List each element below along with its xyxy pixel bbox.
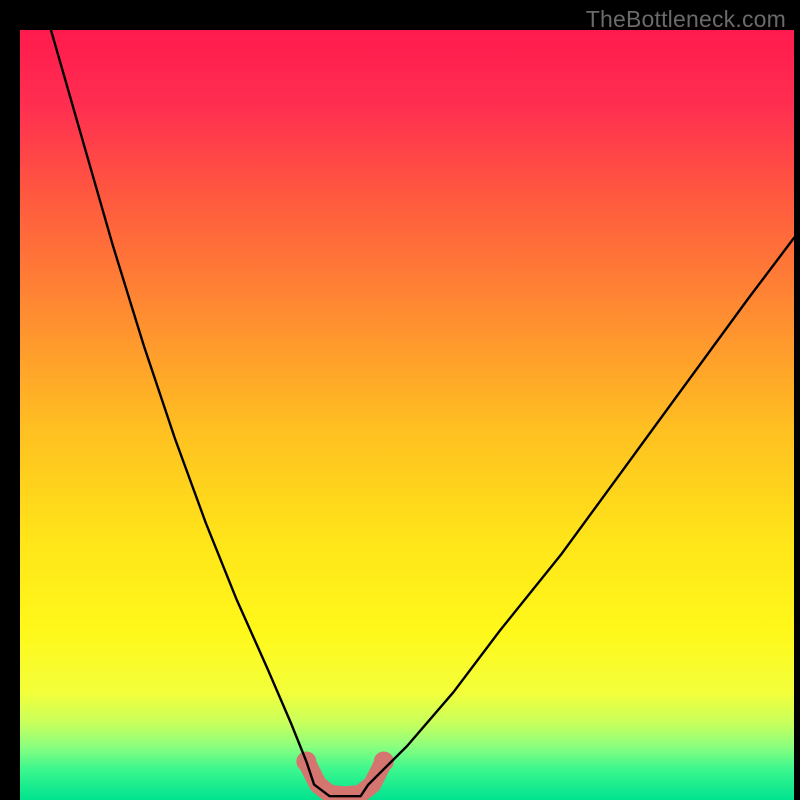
watermark-text: TheBottleneck.com	[586, 6, 786, 33]
chart-container: TheBottleneck.com	[0, 0, 800, 800]
valley-highlight	[306, 762, 383, 796]
bottleneck-curve	[51, 30, 794, 796]
plot-area	[20, 30, 794, 800]
curve-layer	[20, 30, 794, 800]
